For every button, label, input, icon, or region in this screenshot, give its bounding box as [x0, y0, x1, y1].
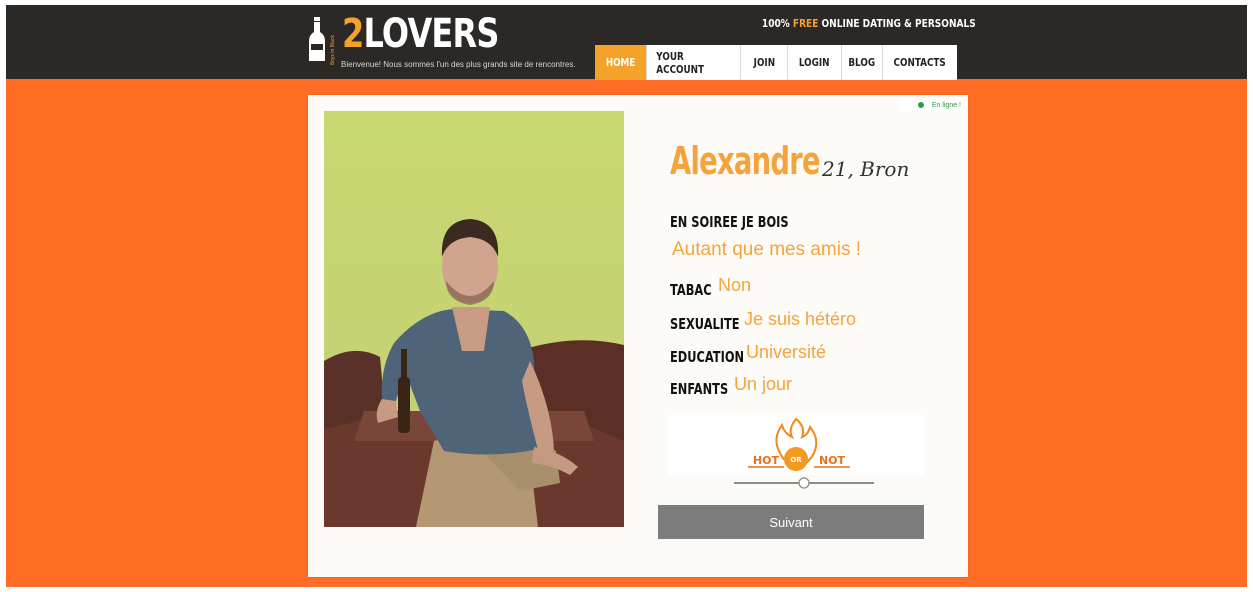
education-value: Université [746, 342, 827, 362]
rating-not-text: NOT [819, 454, 846, 467]
logo-number: 2 [342, 11, 364, 57]
online-dot-icon [917, 102, 924, 108]
logo-wordmark: 2LOVERS [342, 10, 499, 58]
profile-age-city: 21, Bron [822, 157, 910, 181]
profile-card: En ligne ! Alexandre 21, Bron EN SOIREE … [308, 95, 968, 577]
nav-blog-label: BLOG [848, 56, 876, 69]
header-bar: Boys in Black 2LOVERS Bienvenue! Nous so… [6, 5, 1247, 80]
slogan-suffix: ONLINE DATING & PERSONALS [818, 17, 976, 30]
profile-photo[interactable] [324, 111, 624, 527]
rating-hot-text: HOT [753, 454, 780, 467]
site-logo[interactable]: Boys in Black 2LOVERS Bienvenue! Nous so… [308, 11, 588, 77]
soiree-value: Autant que mes amis ! [672, 239, 862, 260]
nav-home[interactable]: HOME [595, 45, 646, 80]
soiree-label: EN SOIREE JE BOIS [670, 213, 789, 231]
slogan-prefix: 100% [762, 17, 794, 30]
slogan-highlight: FREE [793, 17, 819, 30]
logo-word-rest: LOVERS [363, 11, 499, 57]
sexualite-value: Je suis hétéro [744, 309, 857, 329]
tabac-value: Non [718, 275, 752, 295]
hot-not-slider[interactable] [734, 476, 874, 490]
slider-handle[interactable] [798, 477, 810, 489]
online-status: En ligne ! [899, 98, 964, 112]
profile-photo-illustration [324, 111, 624, 527]
sexualite-label: SEXUALITE [670, 315, 740, 333]
online-status-text: En ligne ! [931, 101, 961, 109]
profile-name-block: Alexandre 21, Bron [670, 139, 909, 183]
nav-contacts-label: CONTACTS [893, 56, 947, 69]
main-nav: HOME YOUR ACCOUNT JOIN LOGIN BLOG CONTAC… [595, 45, 957, 80]
top-slogan: 100% FREE ONLINE DATING & PERSONALS [762, 17, 976, 30]
next-button-label: Suivant [769, 514, 813, 530]
nav-join[interactable]: JOIN [740, 45, 787, 80]
nav-home-label: HOME [605, 56, 636, 69]
nav-blog[interactable]: BLOG [841, 45, 882, 80]
page-frame: Boys in Black 2LOVERS Bienvenue! Nous so… [6, 5, 1247, 587]
nav-your-account[interactable]: YOUR ACCOUNT [646, 45, 740, 80]
rating-or-text: OR [790, 456, 802, 464]
nav-login-label: LOGIN [799, 56, 830, 69]
enfants-label: ENFANTS [670, 380, 729, 398]
nav-join-label: JOIN [753, 56, 775, 69]
enfants-value: Un jour [734, 374, 793, 394]
slider-track [734, 477, 874, 489]
nav-account-label: YOUR ACCOUNT [656, 49, 705, 76]
flame-icon: OR HOT NOT [748, 417, 850, 471]
tabac-label: TABAC [670, 281, 712, 299]
profile-name: Alexandre [670, 139, 821, 183]
nav-login[interactable]: LOGIN [787, 45, 841, 80]
tagline: Bienvenue! Nous sommes l'un des plus gra… [341, 60, 576, 69]
next-button[interactable]: Suivant [658, 505, 924, 539]
hot-or-not-logo: OR HOT NOT [668, 415, 924, 475]
education-label: EDUCATION [670, 348, 745, 366]
nav-contacts[interactable]: CONTACTS [882, 45, 957, 80]
logo-tiny-text: Boys in Black [330, 35, 336, 65]
bottle-icon [309, 17, 325, 61]
